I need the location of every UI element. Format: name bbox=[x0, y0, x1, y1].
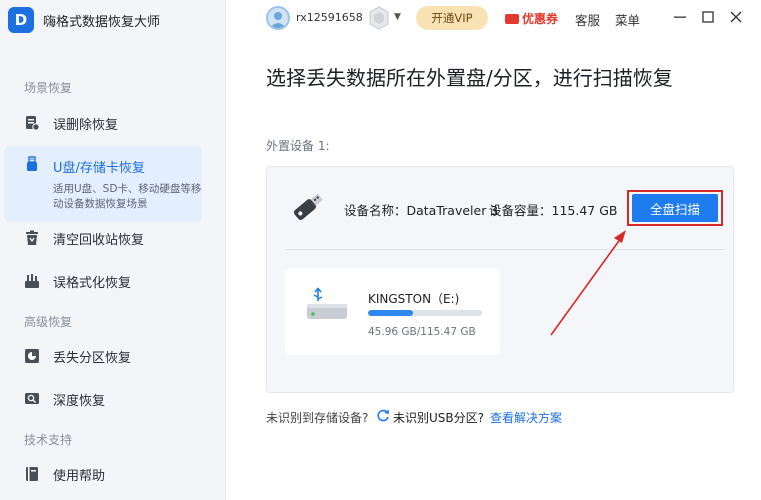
maximize-icon bbox=[702, 11, 714, 23]
format-icon bbox=[24, 273, 40, 289]
sidebar-item-label: 清空回收站恢复 bbox=[53, 232, 145, 248]
menu-button[interactable]: 菜单 bbox=[615, 10, 640, 29]
avatar[interactable] bbox=[266, 6, 290, 30]
close-icon bbox=[730, 11, 742, 23]
recycle-bin-icon bbox=[24, 230, 40, 246]
open-vip-button[interactable]: 开通VIP bbox=[416, 6, 488, 30]
coupon-label: 优惠券 bbox=[522, 12, 559, 26]
sidebar-item-label: 使用帮助 bbox=[53, 468, 106, 484]
app-title: 嗨格式数据恢复大师 bbox=[43, 14, 161, 30]
section-label-scene: 场景恢复 bbox=[24, 81, 73, 95]
page-title: 选择丢失数据所在外置盘/分区，进行扫描恢复 bbox=[266, 66, 673, 90]
maximize-button[interactable] bbox=[698, 7, 718, 27]
external-device-count-label: 外置设备 1: bbox=[266, 139, 330, 153]
chevron-down-icon[interactable]: ▼ bbox=[394, 12, 401, 22]
sidebar-item-label: 丢失分区恢复 bbox=[53, 350, 132, 366]
sidebar-item-label: 深度恢复 bbox=[53, 393, 106, 409]
section-label-advanced: 高级恢复 bbox=[24, 315, 73, 329]
sidebar-item-usb-recovery[interactable]: U盘/存储卡恢复 适用U盘、SD卡、移动硬盘等移动设备数据恢复场景 bbox=[4, 146, 202, 222]
panel-divider bbox=[286, 249, 724, 250]
partition-usage-fill bbox=[368, 310, 414, 316]
close-button[interactable] bbox=[726, 7, 746, 27]
sidebar-item-help[interactable]: 使用帮助 bbox=[4, 457, 202, 491]
sidebar-item-label: 误格式化恢复 bbox=[53, 275, 132, 291]
partition-size: 45.96 GB/115.47 GB bbox=[368, 326, 476, 338]
partition-usage-bar bbox=[368, 310, 482, 316]
coupon-button[interactable]: 优惠券 bbox=[505, 10, 558, 27]
minimize-icon bbox=[674, 16, 686, 18]
device-name: 设备名称：DataTraveler 3 bbox=[344, 203, 499, 218]
user-avatar-icon bbox=[270, 12, 286, 28]
unrecognized-device-question: 未识别到存储设备? bbox=[266, 411, 369, 425]
trash-restore-icon bbox=[24, 115, 40, 131]
sidebar-item-deleted-recovery[interactable]: 误删除恢复 bbox=[4, 106, 202, 140]
view-solution-link[interactable]: 查看解决方案 bbox=[490, 409, 562, 426]
sidebar-item-format-recovery[interactable]: 误格式化恢复 bbox=[4, 264, 202, 298]
app-logo: D bbox=[8, 7, 34, 33]
sidebar-item-recycle-bin-recovery[interactable]: 清空回收站恢复 bbox=[4, 221, 202, 255]
sidebar-item-label: 误删除恢复 bbox=[53, 117, 119, 133]
partition-icon bbox=[24, 348, 40, 364]
app-header: D 嗨格式数据恢复大师 bbox=[0, 0, 226, 40]
vip-badge-icon[interactable] bbox=[367, 6, 391, 30]
partition-name: KINGSTON（E:) bbox=[368, 292, 460, 306]
username: rx12591658 bbox=[296, 11, 363, 24]
help-book-icon bbox=[24, 466, 40, 482]
full-disk-scan-button[interactable]: 全盘扫描 bbox=[632, 194, 718, 222]
usb-icon bbox=[24, 156, 40, 176]
sidebar-item-deep-recovery[interactable]: 深度恢复 bbox=[4, 382, 202, 416]
deep-scan-icon bbox=[24, 391, 40, 407]
topbar: rx12591658 ▼ 开通VIP 优惠券 客服 菜单 bbox=[226, 0, 761, 38]
minimize-button[interactable] bbox=[670, 7, 690, 27]
sidebar-item-partition-recovery[interactable]: 丢失分区恢复 bbox=[4, 339, 202, 373]
unrecognized-usb-partition-question: 未识别USB分区? bbox=[393, 411, 485, 425]
sidebar-item-label: U盘/存储卡恢复 bbox=[53, 160, 145, 176]
section-label-support: 技术支持 bbox=[24, 433, 73, 447]
refresh-icon[interactable] bbox=[376, 408, 390, 422]
sidebar-item-description: 适用U盘、SD卡、移动硬盘等移动设备数据恢复场景 bbox=[53, 183, 202, 210]
usb-drive-icon bbox=[289, 188, 327, 226]
coupon-ticket-icon bbox=[505, 13, 519, 24]
usb-partition-drive-icon bbox=[305, 287, 349, 323]
customer-service-button[interactable]: 客服 bbox=[575, 10, 600, 29]
device-capacity: 设备容量：115.47 GB bbox=[489, 203, 618, 218]
